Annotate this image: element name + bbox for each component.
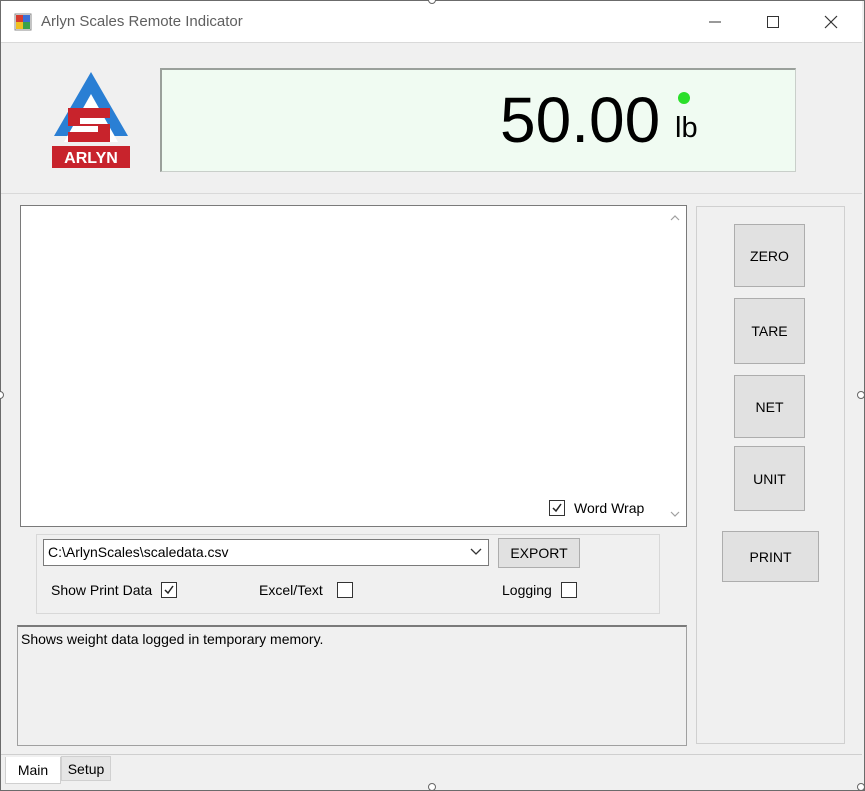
close-button[interactable] [801, 1, 860, 42]
status-message: Shows weight data logged in temporary me… [21, 631, 324, 647]
log-scrollbar[interactable] [663, 206, 686, 526]
resize-handle-right[interactable] [857, 391, 865, 399]
show-print-data-checkbox[interactable] [161, 582, 177, 598]
close-icon [824, 15, 837, 28]
export-path-combo[interactable]: C:\ArlynScales\scaledata.csv [43, 539, 489, 566]
unit-button[interactable]: UNIT [734, 446, 805, 511]
stable-indicator-led [678, 92, 690, 104]
weight-unit: lb [675, 112, 698, 144]
weight-value: 50.00 [500, 84, 661, 156]
resize-handle-corner[interactable] [857, 783, 865, 791]
show-print-data-label: Show Print Data [51, 582, 153, 598]
zero-button[interactable]: ZERO [734, 224, 805, 287]
excel-text-label: Excel/Text [259, 582, 323, 598]
arlyn-logo: ARLYN [50, 72, 132, 170]
word-wrap-label: Word Wrap [574, 500, 645, 516]
export-path-value: C:\ArlynScales\scaledata.csv [48, 544, 229, 560]
checkmark-icon [164, 585, 174, 595]
maximize-icon [766, 15, 779, 28]
export-button[interactable]: EXPORT [498, 538, 580, 568]
checkmark-icon [552, 503, 562, 513]
logging-label: Logging [502, 582, 552, 598]
status-box: Shows weight data logged in temporary me… [17, 625, 687, 746]
scroll-down-icon[interactable] [663, 504, 686, 524]
tab-main[interactable]: Main [5, 757, 61, 784]
scroll-up-icon[interactable] [663, 208, 686, 228]
word-wrap-checkbox[interactable] [549, 500, 565, 516]
net-button[interactable]: NET [734, 375, 805, 438]
tare-button[interactable]: TARE [734, 298, 805, 364]
window-title: Arlyn Scales Remote Indicator [41, 13, 243, 30]
maximize-button[interactable] [743, 1, 802, 42]
chevron-down-icon[interactable] [470, 546, 482, 558]
logo-text: ARLYN [64, 150, 118, 167]
minimize-icon [708, 21, 721, 22]
print-button[interactable]: PRINT [722, 531, 819, 582]
resize-handle-bottom[interactable] [428, 783, 436, 791]
app-icon [14, 13, 32, 31]
tab-setup[interactable]: Setup [61, 756, 111, 781]
minimize-button[interactable] [685, 1, 744, 42]
logging-checkbox[interactable] [561, 582, 577, 598]
log-textarea[interactable] [20, 205, 687, 527]
excel-text-checkbox[interactable] [337, 582, 353, 598]
weight-display [160, 68, 796, 172]
